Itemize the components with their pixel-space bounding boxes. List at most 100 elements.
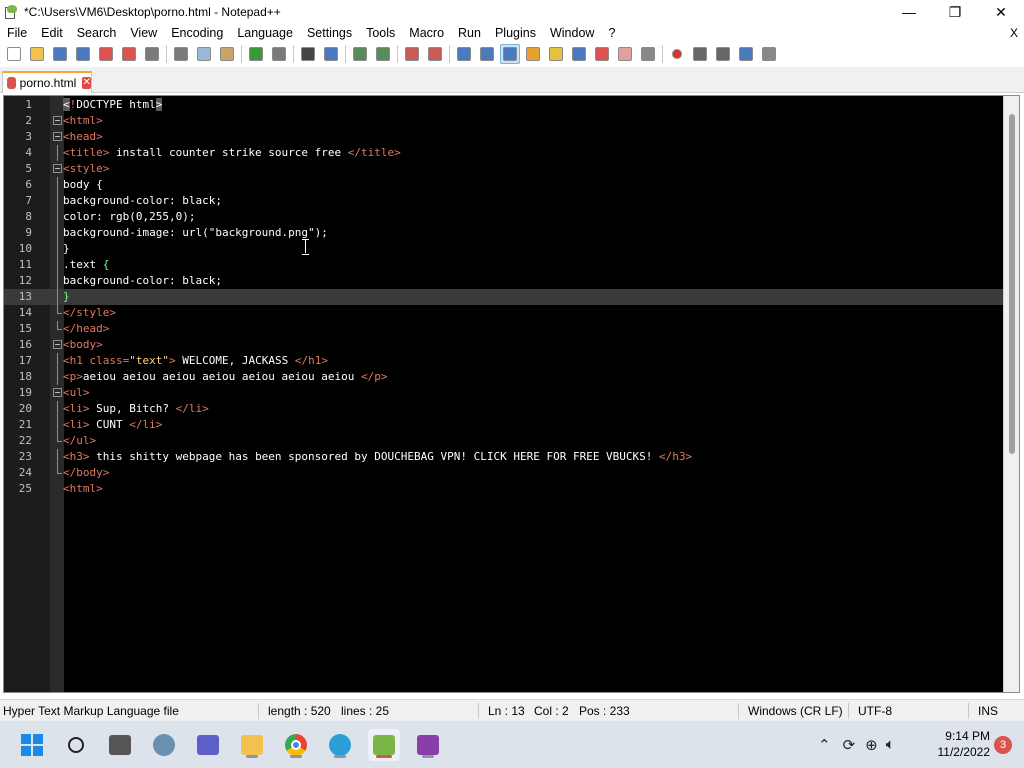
code-line[interactable]: 7 background-color: black; xyxy=(4,193,1004,209)
code-line[interactable]: 15 </head> xyxy=(4,321,1004,337)
run-macro-multiple-button[interactable] xyxy=(736,44,756,64)
chevron-up-icon[interactable]: ⌃ xyxy=(818,736,831,754)
save-all-button[interactable] xyxy=(73,44,93,64)
code-line[interactable]: 3 <head> xyxy=(4,129,1004,145)
menu-run[interactable]: Run xyxy=(451,24,488,42)
code-line[interactable]: 9 background-image: url("background.png")… xyxy=(4,225,1004,241)
menu-file[interactable]: File xyxy=(0,24,34,42)
menu-settings[interactable]: Settings xyxy=(300,24,359,42)
undo-button[interactable] xyxy=(246,44,266,64)
fold-toggle-icon[interactable] xyxy=(53,116,62,125)
status-eol[interactable]: Windows (CR LF) xyxy=(748,700,843,722)
code-line[interactable]: 23 <h3> this shitty webpage has been spon… xyxy=(4,449,1004,465)
code-editor[interactable]: 1 <!DOCTYPE html> 2 <html> 3 <head> 4 <title> i… xyxy=(3,95,1020,693)
code-text[interactable]: <style> xyxy=(63,161,109,177)
close-all-button[interactable] xyxy=(119,44,139,64)
code-line[interactable]: 24 </body> xyxy=(4,465,1004,481)
notification-badge[interactable]: 3 xyxy=(994,736,1012,754)
menu-plugins[interactable]: Plugins xyxy=(488,24,543,42)
code-text[interactable]: .text { xyxy=(63,257,109,273)
folder-workspace-button[interactable] xyxy=(592,44,612,64)
code-text[interactable]: </style> xyxy=(63,305,116,321)
file-explorer-taskbar-button[interactable] xyxy=(236,729,268,761)
code-text[interactable]: <h1 class="text"> WELCOME, JACKASS </h1> xyxy=(63,353,328,369)
menu-edit[interactable]: Edit xyxy=(34,24,70,42)
code-text[interactable]: <h3> this shitty webpage has been sponso… xyxy=(63,449,692,465)
word-wrap-button[interactable] xyxy=(454,44,474,64)
code-line[interactable]: 21 <li> CUNT </li> xyxy=(4,417,1004,433)
cut-button[interactable] xyxy=(171,44,191,64)
code-line[interactable]: 6 body { xyxy=(4,177,1004,193)
maximize-button[interactable]: ❐ xyxy=(932,0,978,24)
teams-chat-taskbar-button[interactable] xyxy=(192,729,224,761)
sync-icon[interactable]: ⟳ xyxy=(843,736,856,754)
code-text[interactable]: color: rgb(0,255,0); xyxy=(63,209,195,225)
code-text[interactable]: <title> install counter strike source fr… xyxy=(63,145,401,161)
code-line[interactable]: 19 <ul> xyxy=(4,385,1004,401)
notepadpp-taskbar-button[interactable] xyxy=(368,729,400,761)
menu-encoding[interactable]: Encoding xyxy=(164,24,230,42)
show-all-chars-button[interactable] xyxy=(477,44,497,64)
code-line[interactable]: 1 <!DOCTYPE html> xyxy=(4,97,1004,113)
code-line[interactable]: 2 <html> xyxy=(4,113,1004,129)
code-line[interactable]: 12 background-color: black; xyxy=(4,273,1004,289)
code-line[interactable]: 14 </style> xyxy=(4,305,1004,321)
menu-view[interactable]: View xyxy=(123,24,164,42)
volume-icon[interactable]: 🔈︎ xyxy=(886,736,895,753)
code-text[interactable]: </ul> xyxy=(63,433,96,449)
find-button[interactable] xyxy=(298,44,318,64)
code-text[interactable]: } xyxy=(63,289,70,305)
open-file-button[interactable] xyxy=(27,44,47,64)
menu-window[interactable]: Window xyxy=(543,24,601,42)
menu-macro[interactable]: Macro xyxy=(402,24,451,42)
task-view-taskbar-button[interactable] xyxy=(104,729,136,761)
code-text[interactable]: <ul> xyxy=(63,385,90,401)
code-line[interactable]: 8 color: rgb(0,255,0); xyxy=(4,209,1004,225)
code-text[interactable]: background-image: url("background.png"); xyxy=(63,225,328,241)
zoom-in-button[interactable] xyxy=(350,44,370,64)
redo-button[interactable] xyxy=(269,44,289,64)
code-line[interactable]: 25 <html> xyxy=(4,481,1004,497)
function-list-button[interactable] xyxy=(569,44,589,64)
code-text[interactable]: background-color: black; xyxy=(63,273,222,289)
fold-toggle-icon[interactable] xyxy=(53,132,62,141)
code-text[interactable]: <html> xyxy=(63,113,103,129)
code-lines[interactable]: 1 <!DOCTYPE html> 2 <html> 3 <head> 4 <title> i… xyxy=(4,97,1004,497)
code-text[interactable]: <head> xyxy=(63,129,103,145)
code-text[interactable]: body { xyxy=(63,177,103,193)
code-text[interactable]: <body> xyxy=(63,337,103,353)
sync-vertical-button[interactable] xyxy=(402,44,422,64)
record-macro-button[interactable] xyxy=(667,44,687,64)
new-file-button[interactable] xyxy=(4,44,24,64)
clock[interactable]: 9:14 PM 11/2/2022 xyxy=(938,728,991,760)
menu-tools[interactable]: Tools xyxy=(359,24,402,42)
tab-porno-html[interactable]: porno.html ✕ xyxy=(2,71,92,93)
tab-close-icon[interactable]: ✕ xyxy=(82,77,91,89)
save-button[interactable] xyxy=(50,44,70,64)
menu-language[interactable]: Language xyxy=(230,24,300,42)
code-text[interactable]: </head> xyxy=(63,321,109,337)
doc-map-button[interactable] xyxy=(546,44,566,64)
stop-macro-button[interactable] xyxy=(690,44,710,64)
code-line[interactable]: 16 <body> xyxy=(4,337,1004,353)
code-text[interactable]: } xyxy=(63,241,70,257)
fold-toggle-icon[interactable] xyxy=(53,164,62,173)
globe-app-taskbar-button[interactable] xyxy=(324,729,356,761)
menu-help[interactable]: ? xyxy=(601,24,622,42)
winrar-taskbar-button[interactable] xyxy=(412,729,444,761)
minimize-button[interactable]: — xyxy=(886,0,932,24)
save-macro-button[interactable] xyxy=(759,44,779,64)
vertical-scrollbar[interactable] xyxy=(1003,96,1019,692)
code-line[interactable]: 4 <title> install counter strike source f… xyxy=(4,145,1004,161)
search-taskbar-button[interactable] xyxy=(60,729,92,761)
code-text[interactable]: <p>aeiou aeiou aeiou aeiou aeiou aeiou a… xyxy=(63,369,388,385)
code-line[interactable]: 10} xyxy=(4,241,1004,257)
close-document-button[interactable]: X xyxy=(1010,24,1018,42)
code-line[interactable]: 18 <p>aeiou aeiou aeiou aeiou aeiou aeiou… xyxy=(4,369,1004,385)
code-text[interactable]: <!DOCTYPE html> xyxy=(63,97,163,113)
code-text[interactable]: <li> CUNT </li> xyxy=(63,417,162,433)
network-globe-icon[interactable]: ⊕ xyxy=(865,736,878,754)
code-line[interactable]: 20 <li> Sup, Bitch? </li> xyxy=(4,401,1004,417)
print-button[interactable] xyxy=(142,44,162,64)
status-insert-mode[interactable]: INS xyxy=(978,700,998,722)
